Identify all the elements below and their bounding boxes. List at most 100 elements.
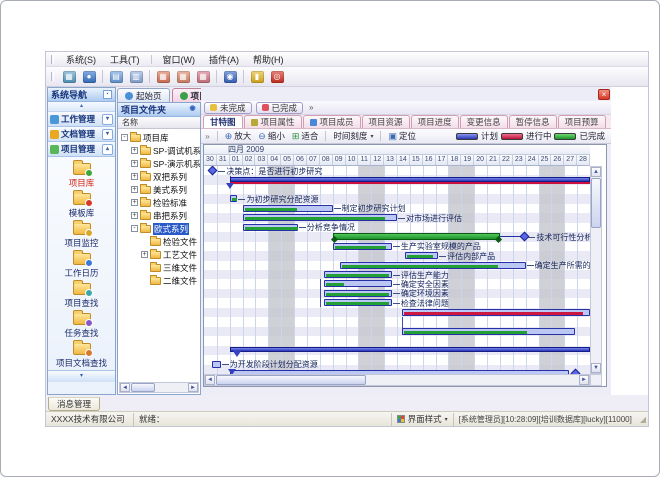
nav-group-project[interactable]: 项目管理▴ <box>48 142 115 157</box>
gantt-tab-changes[interactable]: 变更信息 <box>460 115 508 128</box>
expand-icon[interactable]: + <box>141 251 148 258</box>
desktop-icon[interactable]: ▦ <box>60 69 78 85</box>
tree-item-european[interactable]: -欧式系列 <box>118 222 200 235</box>
nav-menu-icon[interactable]: ▪ <box>103 90 112 99</box>
gantt-h-scrollbar[interactable]: ◄ ► <box>204 374 590 386</box>
gantt-toolbar-more-icon[interactable]: » <box>205 131 210 141</box>
expand-icon[interactable]: + <box>131 199 138 206</box>
tree-item-double-handle[interactable]: +双把系列 <box>118 170 200 183</box>
fit-button[interactable]: ⊞适合 <box>292 130 319 142</box>
task-bar[interactable] <box>243 214 397 221</box>
scroll-right-icon[interactable]: ► <box>188 383 198 392</box>
menu-window[interactable]: 窗口(W) <box>156 51 203 68</box>
locate-button[interactable]: ▣定位 <box>388 130 416 142</box>
gantt-tab-resources[interactable]: 项目资源 <box>362 115 410 128</box>
tree-item-inspection-standard[interactable]: +检验标准 <box>118 196 200 209</box>
tree-item-american[interactable]: +美式系列 <box>118 183 200 196</box>
nav-collapse-strip[interactable]: ▴ <box>48 102 115 112</box>
folder-view-icon[interactable]: ▥ <box>127 69 145 85</box>
chevron-up-icon[interactable]: ▴ <box>102 144 113 155</box>
scroll-left-icon[interactable]: ◄ <box>120 383 130 392</box>
toolbar-grip[interactable] <box>51 72 54 81</box>
summary-bar[interactable] <box>230 177 590 182</box>
task-bar[interactable] <box>324 271 392 278</box>
task-bar[interactable] <box>324 290 392 297</box>
zoom-in-button[interactable]: ⊕放大 <box>225 130 252 142</box>
tree-item-inspection-files[interactable]: 检验文件 <box>118 235 200 248</box>
nav-item-project-doc-search[interactable]: 项目文档查找 <box>48 341 115 370</box>
close-icon[interactable]: × <box>598 89 610 100</box>
menubar-grip[interactable] <box>51 55 54 64</box>
expand-icon[interactable]: + <box>131 173 138 180</box>
nav-more-strip[interactable]: ▾ <box>48 370 115 382</box>
zoom-out-button[interactable]: ⊖缩小 <box>258 130 285 142</box>
gantt-h-thumb[interactable] <box>216 375 366 385</box>
chevron-down-icon[interactable]: ▾ <box>102 114 113 125</box>
task-bar[interactable] <box>340 262 525 269</box>
task-bar[interactable] <box>402 328 574 335</box>
ui-style-button[interactable]: 界面样式 ▾ <box>392 413 454 426</box>
message-management-tab[interactable]: 消息管理 <box>48 397 100 411</box>
expand-icon[interactable]: + <box>131 147 138 154</box>
expand-icon[interactable]: + <box>131 186 138 193</box>
filter-more-icon[interactable]: » <box>309 103 313 112</box>
nav-item-project-monitor[interactable]: 项目监控 <box>48 221 115 251</box>
task-new-icon[interactable]: ▦ <box>154 69 172 85</box>
nav-item-work-calendar[interactable]: 工作日历 <box>48 251 115 281</box>
tree-item-process-files[interactable]: +工艺文件 <box>118 248 200 261</box>
task-delete-icon[interactable]: ▦ <box>194 69 212 85</box>
menu-tools[interactable]: 工具(T) <box>103 51 147 68</box>
menu-system[interactable]: 系统(S) <box>59 51 103 68</box>
collapse-icon[interactable]: - <box>131 225 138 232</box>
folder-open-icon[interactable]: ▤ <box>107 69 125 85</box>
nav-group-document[interactable]: 文档管理▾ <box>48 127 115 142</box>
expand-icon[interactable]: + <box>131 212 138 219</box>
expand-icon[interactable]: + <box>131 160 138 167</box>
menu-plugins[interactable]: 插件(A) <box>202 51 246 68</box>
web-icon[interactable]: ● <box>80 69 98 85</box>
tab-start-page[interactable]: 起始页 <box>117 88 170 102</box>
task-bar[interactable] <box>243 205 333 212</box>
summary-bar[interactable] <box>230 347 590 352</box>
summary-done-bar[interactable] <box>333 233 500 240</box>
task-edit-icon[interactable]: ▦ <box>174 69 192 85</box>
gantt-v-thumb[interactable] <box>591 178 601 228</box>
gantt-tab-gantt[interactable]: 甘特图 <box>203 115 243 128</box>
task-bar[interactable] <box>405 252 438 259</box>
tree-item-single-handle[interactable]: +串把系列 <box>118 209 200 222</box>
tree-item-2d-files[interactable]: 二维文件 <box>118 274 200 287</box>
nav-group-work[interactable]: 工作管理▾ <box>48 112 115 127</box>
task-bar[interactable] <box>243 224 298 231</box>
exit-icon[interactable]: ◎ <box>268 69 286 85</box>
filter-incomplete[interactable]: 未完成 <box>204 102 252 114</box>
filter-complete[interactable]: 已完成 <box>256 102 304 114</box>
gantt-v-scrollbar[interactable]: ▲ ▼ <box>590 166 602 374</box>
scroll-right-icon[interactable]: ► <box>579 375 589 385</box>
task-bar[interactable] <box>324 299 392 306</box>
task-bar[interactable] <box>212 361 221 368</box>
scroll-left-icon[interactable]: ◄ <box>205 375 215 385</box>
gantt-tab-progress[interactable]: 项目进度 <box>411 115 459 128</box>
gantt-tab-pauses[interactable]: 暂停信息 <box>509 115 557 128</box>
scroll-up-icon[interactable]: ▲ <box>591 167 601 177</box>
task-bar[interactable] <box>324 280 392 287</box>
task-bar[interactable] <box>402 309 590 316</box>
help-icon[interactable]: ◉ <box>221 69 239 85</box>
tree-h-scrollbar[interactable]: ◄ ► <box>119 382 199 393</box>
resize-grip[interactable]: ◢ <box>640 415 648 424</box>
tree-item-sp-debug[interactable]: +SP-调试机系 <box>118 144 200 157</box>
gantt-tab-budget[interactable]: 项目预算 <box>558 115 606 128</box>
pin-icon[interactable]: ◉ <box>188 105 197 114</box>
tree-item-project-library[interactable]: -项目库 <box>118 131 200 144</box>
chevron-down-icon[interactable]: ▾ <box>102 129 113 140</box>
collapse-icon[interactable]: - <box>121 134 128 141</box>
scroll-down-icon[interactable]: ▼ <box>591 363 601 373</box>
nav-item-project-library[interactable]: 项目库 <box>48 161 115 191</box>
nav-item-template-library[interactable]: 模板库 <box>48 191 115 221</box>
nav-item-project-search[interactable]: 项目查找 <box>48 281 115 311</box>
menu-help[interactable]: 帮助(H) <box>246 51 291 68</box>
task-bar[interactable] <box>333 243 392 250</box>
task-bar[interactable] <box>230 195 238 202</box>
lock-icon[interactable]: ▮ <box>248 69 266 85</box>
tree-scroll-thumb[interactable] <box>131 383 155 392</box>
